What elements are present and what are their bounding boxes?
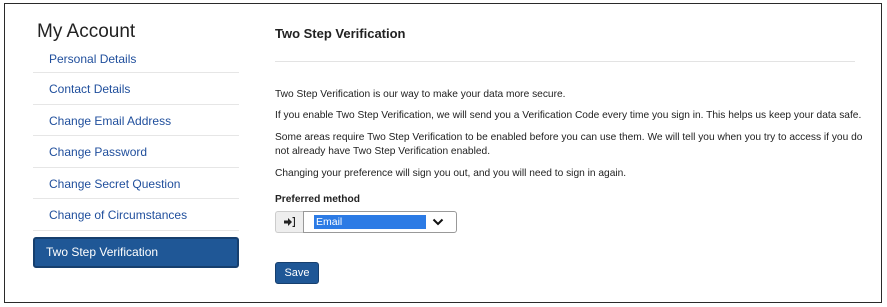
- page-title: Two Step Verification: [275, 26, 406, 41]
- sidebar-item-personal-details[interactable]: Personal Details: [33, 50, 239, 73]
- intro-paragraph: Two Step Verification is our way to make…: [275, 89, 566, 100]
- sidebar-item-change-secret-question[interactable]: Change Secret Question: [33, 168, 239, 200]
- account-sidebar: My Account Personal Details Contact Deta…: [33, 20, 245, 268]
- sign-in-arrow-icon: [275, 211, 303, 233]
- sidebar-item-contact-details[interactable]: Contact Details: [33, 73, 239, 105]
- preferred-method-label: Preferred method: [275, 194, 360, 205]
- preferred-method-select[interactable]: Email: [303, 211, 457, 233]
- sidebar-item-change-password[interactable]: Change Password: [33, 136, 239, 168]
- sidebar-item-two-step-verification[interactable]: Two Step Verification: [33, 236, 239, 268]
- main-content: Two Step Verification Two Step Verificat…: [275, 24, 865, 284]
- save-button[interactable]: Save: [275, 262, 319, 284]
- title-divider: [275, 61, 855, 62]
- preferred-method-value: Email: [314, 215, 426, 229]
- sign-out-paragraph: Changing your preference will sign you o…: [275, 168, 627, 179]
- enable-paragraph: If you enable Two Step Verification, we …: [275, 110, 862, 121]
- required-areas-paragraph: Some areas require Two Step Verification…: [275, 132, 863, 157]
- sidebar-title: My Account: [37, 21, 136, 42]
- preferred-method-field: Email: [275, 211, 865, 233]
- account-panel: My Account Personal Details Contact Deta…: [4, 3, 882, 303]
- chevron-down-icon: [432, 215, 444, 234]
- sidebar-item-change-email[interactable]: Change Email Address: [33, 105, 239, 137]
- sidebar-item-change-of-circumstances[interactable]: Change of Circumstances: [33, 199, 239, 231]
